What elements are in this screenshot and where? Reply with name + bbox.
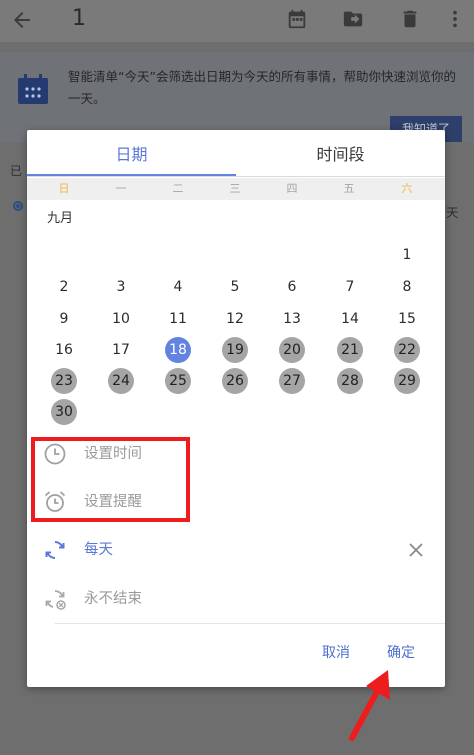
day-cell[interactable]: 20 [279, 337, 305, 363]
day-cell[interactable]: 12 [222, 306, 248, 332]
end-repeat-label: 永不结束 [84, 591, 142, 607]
top-app-bar: 1 [0, 0, 474, 42]
repeat-icon [45, 540, 65, 560]
day-cell[interactable]: 23 [51, 368, 77, 394]
weekday-thu: 四 [286, 182, 298, 195]
footer-divider [55, 623, 445, 624]
weekday-wed: 三 [229, 182, 241, 195]
day-cell[interactable]: 14 [337, 306, 363, 332]
end-repeat-icon [45, 590, 66, 610]
end-repeat-row[interactable]: 永不结束 [27, 577, 445, 621]
day-cell[interactable]: 1 [394, 242, 420, 268]
clear-repeat-icon[interactable] [407, 541, 425, 559]
month-label: 九月 [47, 211, 74, 226]
red-arrow-icon [349, 670, 390, 741]
day-cell[interactable]: 19 [222, 337, 248, 363]
day-cell[interactable]: 6 [279, 274, 305, 300]
day-cell[interactable]: 11 [165, 306, 191, 332]
day-cell[interactable]: 10 [108, 306, 134, 332]
weekday-sun: 日 [58, 182, 70, 195]
calendar-icon[interactable] [286, 8, 308, 30]
cancel-button[interactable]: 取消 [322, 642, 350, 662]
back-arrow-icon[interactable] [10, 8, 34, 32]
background-text: 天 [446, 205, 459, 220]
day-cell[interactable]: 21 [337, 337, 363, 363]
dialog-tabs: 日期 时间段 [27, 130, 445, 177]
day-cell[interactable]: 5 [222, 274, 248, 300]
day-cell[interactable]: 8 [394, 274, 420, 300]
day-cell[interactable]: 2 [51, 274, 77, 300]
day-cell[interactable]: 4 [165, 274, 191, 300]
repeat-label: 每天 [84, 542, 113, 558]
day-cell[interactable]: 18 [165, 337, 191, 363]
tab-divider [27, 176, 445, 177]
day-cell[interactable]: 22 [394, 337, 420, 363]
day-cell[interactable]: 9 [51, 306, 77, 332]
day-cell[interactable]: 15 [394, 306, 420, 332]
weekday-header: 日 一 二 三 四 五 六 [27, 178, 445, 200]
day-cell[interactable]: 13 [279, 306, 305, 332]
day-cell[interactable]: 29 [394, 368, 420, 394]
weekday-sat: 六 [401, 182, 413, 195]
section-header: 已 [10, 164, 23, 178]
banner-text: 智能清单“今天”会筛选出日期为今天的所有事情，帮助你快速浏览你的一天。 [68, 69, 456, 106]
day-cell[interactable]: 26 [222, 368, 248, 394]
confirm-button[interactable]: 确定 [387, 642, 415, 662]
task-title[interactable]: 1 [72, 6, 86, 31]
day-cell[interactable]: 17 [108, 337, 134, 363]
calendar-tip-icon [18, 74, 48, 104]
weekday-fri: 五 [343, 182, 355, 195]
repeat-row[interactable]: 每天 [27, 528, 445, 572]
tab-time-range[interactable]: 时间段 [236, 130, 445, 177]
day-cell[interactable]: 27 [279, 368, 305, 394]
highlight-box [31, 437, 190, 522]
tab-date[interactable]: 日期 [27, 130, 236, 177]
date-picker-dialog: 日期 时间段 日 一 二 三 四 五 六 九月 1 2 3 4 5 6 7 8 9 10 11 12 1… [27, 130, 445, 687]
delete-icon[interactable] [399, 8, 421, 30]
day-cell[interactable]: 30 [51, 399, 77, 425]
day-cell[interactable]: 24 [108, 368, 134, 394]
move-to-list-icon[interactable] [342, 8, 364, 30]
day-cell[interactable]: 16 [51, 337, 77, 363]
more-vert-icon[interactable] [447, 8, 463, 30]
day-cell[interactable]: 28 [337, 368, 363, 394]
weekday-tue: 二 [172, 182, 184, 195]
weekday-mon: 一 [115, 182, 127, 195]
day-cell[interactable]: 25 [165, 368, 191, 394]
day-cell[interactable]: 3 [108, 274, 134, 300]
radio-icon[interactable] [13, 201, 23, 211]
day-cell[interactable]: 7 [337, 274, 363, 300]
